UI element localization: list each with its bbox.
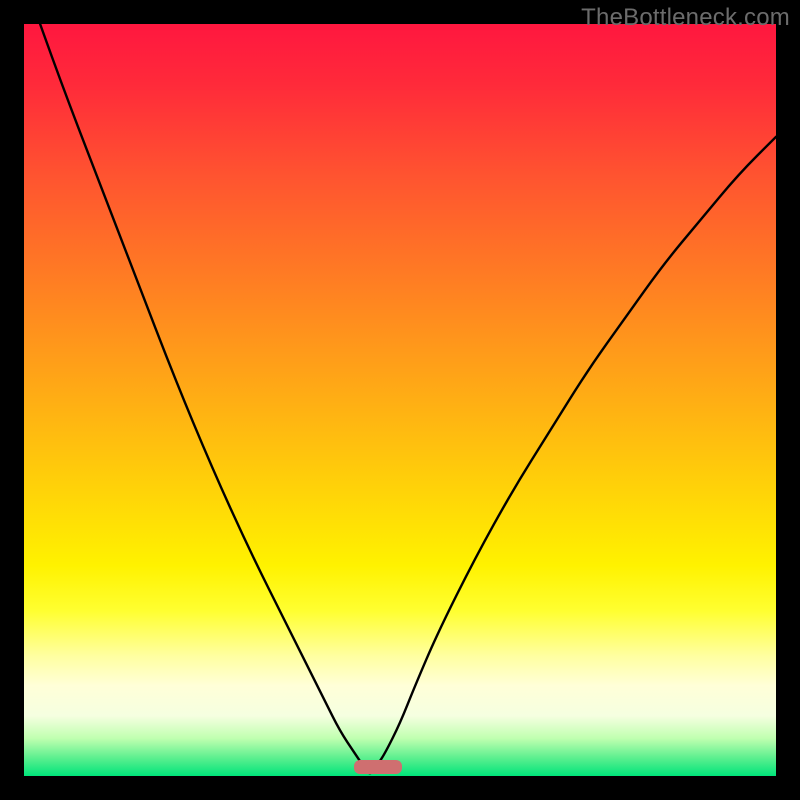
watermark-text: TheBottleneck.com [581,4,790,32]
plot-area [24,24,776,776]
chart-frame: TheBottleneck.com [0,0,800,800]
gradient-background [24,24,776,776]
optimal-marker [354,760,402,774]
plot-svg [24,24,776,776]
